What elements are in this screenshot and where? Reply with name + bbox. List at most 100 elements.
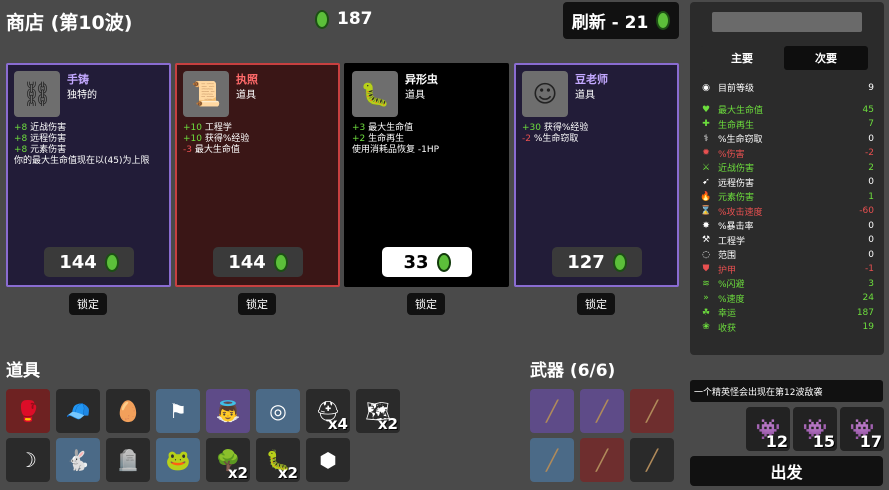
stat-name: 远程伤害 (718, 178, 755, 189)
item-slot[interactable]: ☽ (6, 438, 50, 482)
heart-icon: ♥ (701, 104, 711, 115)
material-icon (315, 9, 329, 29)
item-name: 手铸 (67, 73, 89, 86)
bean-teacher-icon: ☺ (522, 71, 568, 117)
stat-row: ⚔ 近战伤害 2 (700, 162, 874, 175)
stat-value: -60 (859, 206, 874, 216)
stick-icon: ╱ (545, 448, 559, 472)
stat-name: %生命窃取 (718, 135, 763, 145)
items-heading: 道具 (6, 361, 40, 381)
elite-enemy-slot[interactable]: 👾 15 (793, 407, 837, 451)
item-slot[interactable]: 🥊 (6, 389, 50, 433)
shop-card-handcuffs[interactable]: ⛓ 手铸 独特的 +8 近战伤害 +8 远程伤害 +8 元素伤害 你的最大生命值… (6, 63, 171, 287)
stat-name: %速度 (718, 294, 745, 305)
stat-name: %攻击速度 (718, 207, 763, 218)
shop-card-license[interactable]: 📜 执照 道具 +10 工程学 +10 获得%经验 -3 最大生命值 144 (175, 63, 340, 287)
refresh-button[interactable]: 刷新 - 21 (563, 2, 679, 39)
level-icon: ◉ (702, 82, 710, 93)
buy-button[interactable]: 127 (552, 247, 642, 277)
stat-row: ≋ %闪避 3 (700, 278, 874, 291)
material-icon (436, 252, 451, 272)
coal-icon: ⬢ (319, 448, 337, 472)
refresh-label: 刷新 - 21 (571, 13, 649, 33)
damage-icon: ✹ (702, 148, 710, 158)
item-slot[interactable]: 🗺 x2 (356, 389, 400, 433)
item-slot[interactable]: 👼 (206, 389, 250, 433)
tab-primary[interactable]: 主要 (700, 46, 784, 70)
stat-row: ⚒ 工程学 0 (700, 235, 874, 247)
stat-row: ⚕ %生命窃取 0 (700, 133, 874, 146)
stat-row: ◌ 范围 0 (700, 249, 874, 262)
stat-value: 45 (862, 104, 874, 115)
angel-icon: 👼 (215, 399, 241, 423)
stat-value: 19 (862, 322, 874, 332)
item-stats: +3 最大生命值 +2 生命再生 使用消耗品恢复 -1HP (352, 123, 440, 155)
stat-row: 🔥 元素伤害 1 (700, 191, 874, 204)
armor-icon: ⛊ (702, 264, 710, 274)
shop-card-alien-worm[interactable]: 🐛 异形虫 道具 +3 最大生命值 +2 生命再生 使用消耗品恢复 -1HP 3… (344, 63, 509, 287)
lock-button[interactable]: 锁定 (577, 293, 615, 315)
stat-name: 护甲 (718, 265, 737, 276)
item-slot[interactable]: 🧢 (56, 389, 100, 433)
stat-name: %闪避 (718, 280, 745, 290)
engineering-icon: ⚒ (701, 235, 711, 245)
attack-speed-icon: ⌛ (700, 206, 712, 216)
tab-secondary[interactable]: 次要 (784, 46, 868, 70)
item-slot[interactable]: ◎ (256, 389, 300, 433)
stick-icon: ╱ (645, 399, 659, 423)
stat-row: ⛊ 护甲 -1 (700, 264, 874, 276)
item-slot[interactable]: 🥚 (106, 389, 150, 433)
red-glove-icon: 🥊 (15, 399, 41, 423)
lifesteal-icon: ⚕ (703, 133, 709, 144)
elite-enemy-slot[interactable]: 👾 17 (840, 407, 884, 451)
item-slot[interactable]: 🪦 (106, 438, 150, 482)
weapon-slot[interactable]: ╱ (530, 438, 574, 482)
stat-name: 幸运 (718, 309, 737, 319)
item-slot[interactable]: 🐸 (156, 438, 200, 482)
item-name: 执照 (236, 73, 258, 86)
weapon-slot[interactable]: ╱ (630, 438, 674, 482)
weapon-slot[interactable]: ╱ (630, 389, 674, 433)
crit-icon: ✸ (702, 220, 710, 231)
stat-name: 工程学 (718, 236, 746, 247)
stat-name: 收获 (718, 323, 737, 334)
elemental-icon: 🔥 (700, 191, 712, 202)
material-icon (273, 252, 288, 272)
range-icon: ◌ (702, 249, 710, 260)
stat-name: 最大生命值 (718, 106, 764, 116)
stat-value: -2 (865, 148, 874, 158)
buy-button[interactable]: 33 (382, 247, 472, 277)
go-button[interactable]: 出发 (690, 456, 883, 486)
item-slot[interactable]: 🐇 (56, 438, 100, 482)
weapon-slot[interactable]: ╱ (580, 389, 624, 433)
luck-icon: ☘ (701, 307, 711, 318)
elite-enemy-slot[interactable]: 👾 12 (746, 407, 790, 451)
item-slot[interactable]: ⬢ (306, 438, 350, 482)
item-slot[interactable]: ⛑ x4 (306, 389, 350, 433)
item-type: 道具 (575, 90, 595, 101)
weapons-heading: 武器 (6/6) (530, 361, 616, 381)
item-slot[interactable]: 🌳 x2 (206, 438, 250, 482)
stick-icon: ╱ (595, 448, 609, 472)
shop-card-bean-teacher[interactable]: ☺ 豆老师 道具 +30 获得%经验 -2 %生命窃取 127 (514, 63, 679, 287)
lock-button[interactable]: 锁定 (69, 293, 107, 315)
item-stats: +10 工程学 +10 获得%经验 -3 最大生命值 (183, 123, 250, 155)
buy-button[interactable]: 144 (44, 247, 134, 277)
alien-worm-icon: 🐛 (352, 71, 398, 117)
material-icon (612, 252, 627, 272)
material-icon (104, 252, 119, 272)
speed-icon: » (703, 293, 709, 303)
lock-button[interactable]: 锁定 (407, 293, 445, 315)
stat-row: ♥ 最大生命值 45 (700, 104, 874, 117)
stat-value: 0 (868, 133, 874, 144)
fang-icon: ☽ (19, 448, 37, 472)
item-slot[interactable]: ⚑ (156, 389, 200, 433)
enemy-wave-number: 12 (765, 432, 788, 451)
stat-name: 近战伤害 (718, 164, 755, 174)
item-slot[interactable]: 🐛 x2 (256, 438, 300, 482)
weapon-slot[interactable]: ╱ (530, 389, 574, 433)
tombstone-icon: 🪦 (115, 448, 141, 472)
weapon-slot[interactable]: ╱ (580, 438, 624, 482)
buy-button[interactable]: 144 (213, 247, 303, 277)
lock-button[interactable]: 锁定 (238, 293, 276, 315)
